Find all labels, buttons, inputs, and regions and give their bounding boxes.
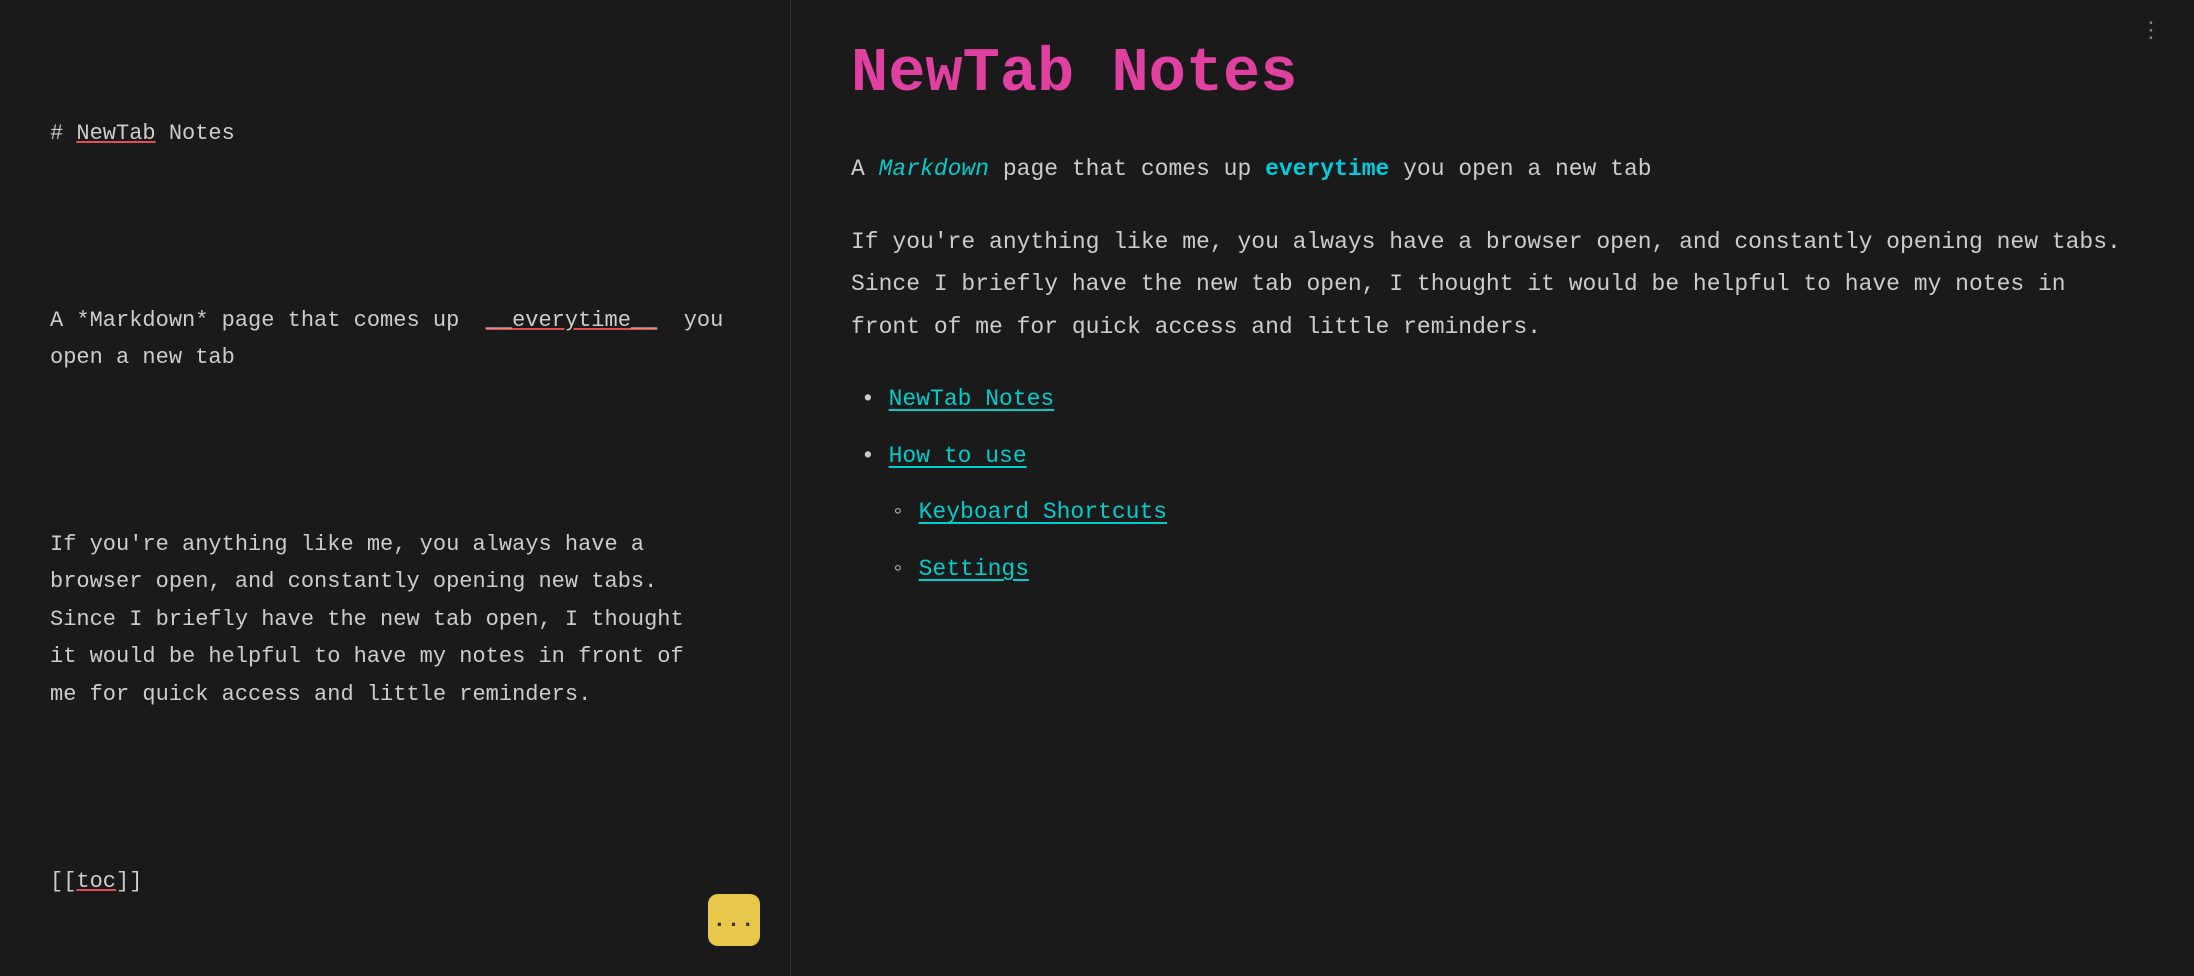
intro-text-end: you open a new tab: [1389, 156, 1651, 182]
preview-panel: ⋮ NewTab Notes A Markdown page that come…: [790, 0, 2194, 976]
intro-text-before: A: [851, 156, 879, 182]
toc-item-newtab: NewTab Notes: [861, 378, 2134, 421]
preview-title: NewTab Notes: [851, 40, 2134, 108]
toc-subitem-settings: Settings: [891, 548, 2134, 591]
preview-para1: If you're anything like me, you always h…: [851, 221, 2134, 349]
toc-link-howto[interactable]: How to use: [889, 443, 1027, 469]
intro-italic-markdown: Markdown: [879, 156, 989, 182]
editor-line-intro: A *Markdown* page that comes up __everyt…: [50, 302, 740, 377]
preview-intro-paragraph: A Markdown page that comes up everytime …: [851, 148, 2134, 191]
toc-subitem-keyboard: Keyboard Shortcuts: [891, 491, 2134, 534]
more-options-icon[interactable]: ⋮: [2140, 18, 2164, 44]
editor-panel[interactable]: # NewTab Notes A *Markdown* page that co…: [0, 0, 790, 976]
float-button-label: ...: [713, 908, 756, 933]
float-action-button[interactable]: ...: [708, 894, 760, 946]
toc-link-settings[interactable]: Settings: [919, 556, 1029, 582]
editor-line-para1: If you're anything like me, you always h…: [50, 526, 740, 713]
preview-body: A Markdown page that comes up everytime …: [851, 148, 2134, 590]
toc-sublist: Keyboard Shortcuts Settings: [861, 491, 2134, 590]
toc-item-howto: How to use Keyboard Shortcuts Settings: [861, 435, 2134, 591]
toc-link-keyboard-shortcuts[interactable]: Keyboard Shortcuts: [919, 499, 1167, 525]
intro-text-mid: page that comes up: [989, 156, 1265, 182]
editor-content: # NewTab Notes A *Markdown* page that co…: [50, 40, 740, 976]
intro-bold-everytime: everytime: [1265, 156, 1389, 182]
editor-line-toc: [[toc]]: [50, 863, 740, 900]
editor-line-heading1: # NewTab Notes: [50, 115, 740, 152]
toc-list: NewTab Notes How to use Keyboard Shortcu…: [851, 378, 2134, 590]
toc-link-newtab[interactable]: NewTab Notes: [889, 386, 1055, 412]
